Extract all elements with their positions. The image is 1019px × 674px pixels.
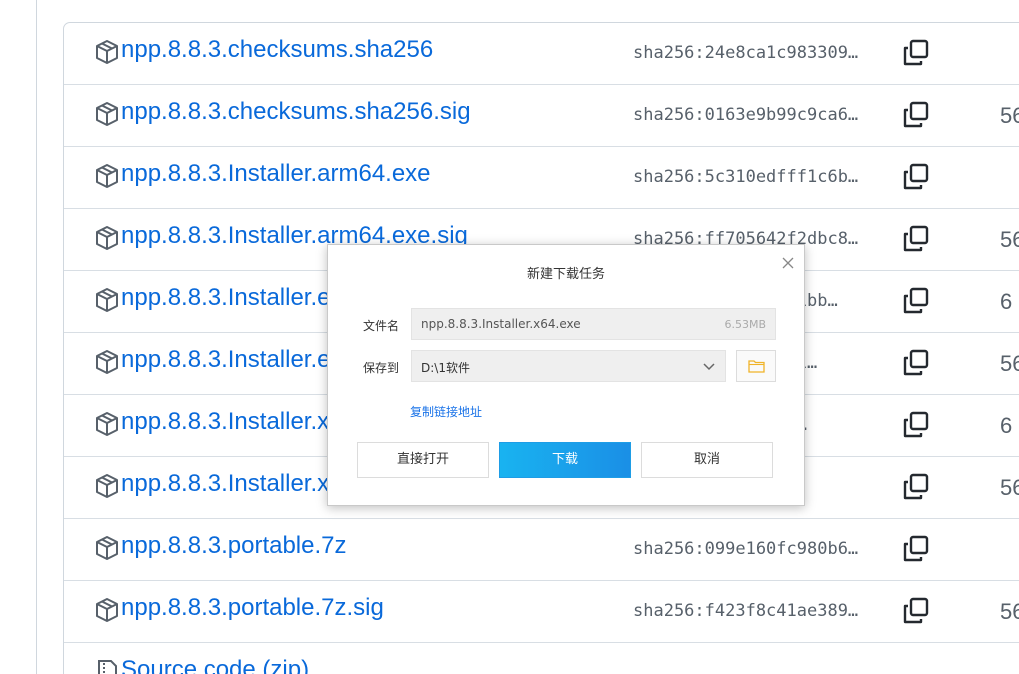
saveto-label: 保存到 <box>363 361 400 375</box>
copy-icon[interactable] <box>900 161 932 193</box>
folder-icon <box>748 360 765 373</box>
asset-download-count: 56 <box>1000 351 1019 376</box>
package-icon <box>96 102 118 126</box>
chevron-down-icon <box>703 363 715 371</box>
package-icon <box>96 412 118 436</box>
package-icon <box>96 288 118 312</box>
asset-name-link[interactable]: npp.8.8.3.Installer.arm64.exe <box>121 160 431 188</box>
asset-row: npp.8.8.3.portable.7z.sig sha256:f423f8c4… <box>64 581 1019 643</box>
asset-sha256: sha256:24e8ca1c983309… <box>633 43 859 63</box>
saveto-value: D:\1软件 <box>421 361 470 375</box>
asset-sha256: sha256:099e160fc980b6… <box>633 539 859 559</box>
filesize-label: 6.53MB <box>724 318 766 331</box>
copy-icon[interactable] <box>900 533 932 565</box>
asset-name-link[interactable]: npp.8.8.3.Installer.exe <box>121 284 356 312</box>
cancel-button[interactable]: 取消 <box>641 442 773 478</box>
package-icon <box>96 164 118 188</box>
browse-folder-button[interactable] <box>736 350 776 382</box>
file-zip-icon <box>98 660 117 674</box>
asset-row: npp.8.8.3.checksums.sha256 sha256:24e8ca1… <box>64 23 1019 85</box>
asset-sha256: sha256:5c310edfff1c6b… <box>633 167 859 187</box>
asset-download-count: 56 <box>1000 475 1019 500</box>
package-icon <box>96 226 118 250</box>
copy-icon[interactable] <box>900 223 932 255</box>
copy-icon[interactable] <box>900 595 932 627</box>
copy-icon[interactable] <box>900 99 932 131</box>
package-icon <box>96 474 118 498</box>
asset-sha256: sha256:f423f8c41ae389… <box>633 601 859 621</box>
package-icon <box>96 40 118 64</box>
filename-label: 文件名 <box>363 319 400 333</box>
open-directly-button[interactable]: 直接打开 <box>357 442 489 478</box>
asset-name-link[interactable]: npp.8.8.3.portable.7z <box>121 532 347 560</box>
asset-name-link[interactable]: npp.8.8.3.checksums.sha256.sig <box>121 98 471 126</box>
asset-download-count: 56 <box>1000 599 1019 624</box>
asset-download-count: 6 <box>1000 413 1013 438</box>
asset-row: npp.8.8.3.Installer.arm64.exe sha256:5c31… <box>64 147 1019 209</box>
copy-icon[interactable] <box>900 471 932 503</box>
copy-icon[interactable] <box>900 409 932 441</box>
new-download-dialog: 新建下载任务 文件名 npp.8.8.3.Installer.x64.exe 6… <box>327 244 805 506</box>
copy-icon[interactable] <box>900 37 932 69</box>
asset-row: npp.8.8.3.portable.7z sha256:099e160fc980… <box>64 519 1019 581</box>
left-divider <box>36 0 37 674</box>
asset-row: npp.8.8.3.checksums.sha256.sig sha256:016… <box>64 85 1019 147</box>
copy-icon[interactable] <box>900 285 932 317</box>
asset-download-count: 56 <box>1000 103 1019 128</box>
asset-download-count: 6 <box>1000 289 1013 314</box>
release-assets-page: npp.8.8.3.checksums.sha256 sha256:24e8ca1… <box>0 0 1019 674</box>
asset-name-link[interactable]: Source code (zip) <box>121 656 309 674</box>
package-icon <box>96 350 118 374</box>
asset-sha256: sha256:0163e9b99c9ca6… <box>633 105 859 125</box>
saveto-select[interactable]: D:\1软件 <box>411 350 726 382</box>
package-icon <box>96 536 118 560</box>
package-icon <box>96 598 118 622</box>
asset-name-link[interactable]: npp.8.8.3.portable.7z.sig <box>121 594 384 622</box>
copy-icon[interactable] <box>900 347 932 379</box>
download-button[interactable]: 下载 <box>499 442 631 478</box>
asset-row: Source code (zip) <box>64 643 1019 674</box>
dialog-title: 新建下载任务 <box>526 267 605 282</box>
close-icon[interactable] <box>780 255 796 271</box>
filename-field[interactable]: npp.8.8.3.Installer.x64.exe 6.53MB <box>411 308 776 340</box>
filename-value: npp.8.8.3.Installer.x64.exe <box>421 317 581 331</box>
asset-download-count: 56 <box>1000 227 1019 252</box>
asset-name-link[interactable]: npp.8.8.3.checksums.sha256 <box>121 36 433 64</box>
copy-link-address[interactable]: 复制链接地址 <box>410 403 482 420</box>
